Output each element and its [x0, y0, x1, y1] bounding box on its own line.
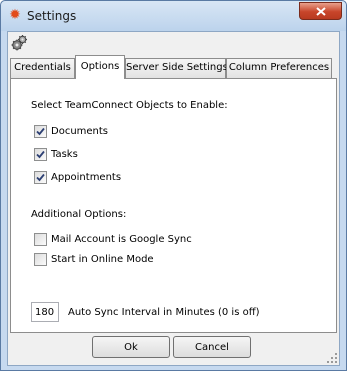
tab-credentials-label: Credentials — [14, 62, 71, 73]
options-panel: Select TeamConnect Objects to Enable: Do… — [10, 78, 337, 333]
tab-options-label: Options — [80, 61, 120, 72]
tab-column-preferences-label: Column Preferences — [228, 62, 330, 73]
settings-window: ✹ Settings Credentials Options Server Si… — [0, 0, 347, 371]
objects-heading: Select TeamConnect Objects to Enable: — [31, 100, 228, 111]
tasks-label[interactable]: Tasks — [51, 149, 78, 160]
close-button[interactable] — [299, 2, 342, 20]
google-sync-checkbox[interactable] — [34, 233, 47, 246]
tab-server-side-settings[interactable]: Server Side Settings — [125, 58, 228, 78]
tab-credentials[interactable]: Credentials — [10, 58, 75, 78]
appointments-label[interactable]: Appointments — [51, 172, 121, 183]
gears-icon[interactable] — [10, 34, 28, 52]
dialog-client-area: Credentials Options Server Side Settings… — [7, 31, 340, 366]
sync-interval-label: Auto Sync Interval in Minutes (0 is off) — [68, 307, 260, 318]
tab-server-side-settings-label: Server Side Settings — [126, 62, 228, 73]
title-bar[interactable]: ✹ Settings — [1, 1, 346, 31]
tasks-checkbox[interactable] — [34, 148, 47, 161]
tab-options[interactable]: Options — [75, 55, 125, 79]
close-icon — [315, 6, 326, 16]
resize-grip-icon[interactable] — [327, 353, 337, 363]
settings-burst-icon: ✹ — [9, 7, 21, 23]
cancel-button[interactable]: Cancel — [173, 336, 251, 358]
sync-interval-input[interactable] — [31, 302, 59, 322]
appointments-checkbox[interactable] — [34, 171, 47, 184]
online-mode-label[interactable]: Start in Online Mode — [51, 254, 154, 265]
online-mode-checkbox[interactable] — [34, 253, 47, 266]
cancel-button-label: Cancel — [195, 341, 229, 353]
checkmark-icon — [36, 173, 45, 182]
ok-button-label: Ok — [124, 341, 138, 353]
checkmark-icon — [36, 127, 45, 136]
additional-options-heading: Additional Options: — [31, 209, 127, 220]
window-title: Settings — [27, 9, 77, 23]
documents-checkbox[interactable] — [34, 125, 47, 138]
tab-column-preferences[interactable]: Column Preferences — [226, 58, 332, 78]
documents-label[interactable]: Documents — [51, 126, 108, 137]
google-sync-label[interactable]: Mail Account is Google Sync — [51, 234, 192, 245]
ok-button[interactable]: Ok — [92, 336, 170, 358]
checkmark-icon — [36, 150, 45, 159]
